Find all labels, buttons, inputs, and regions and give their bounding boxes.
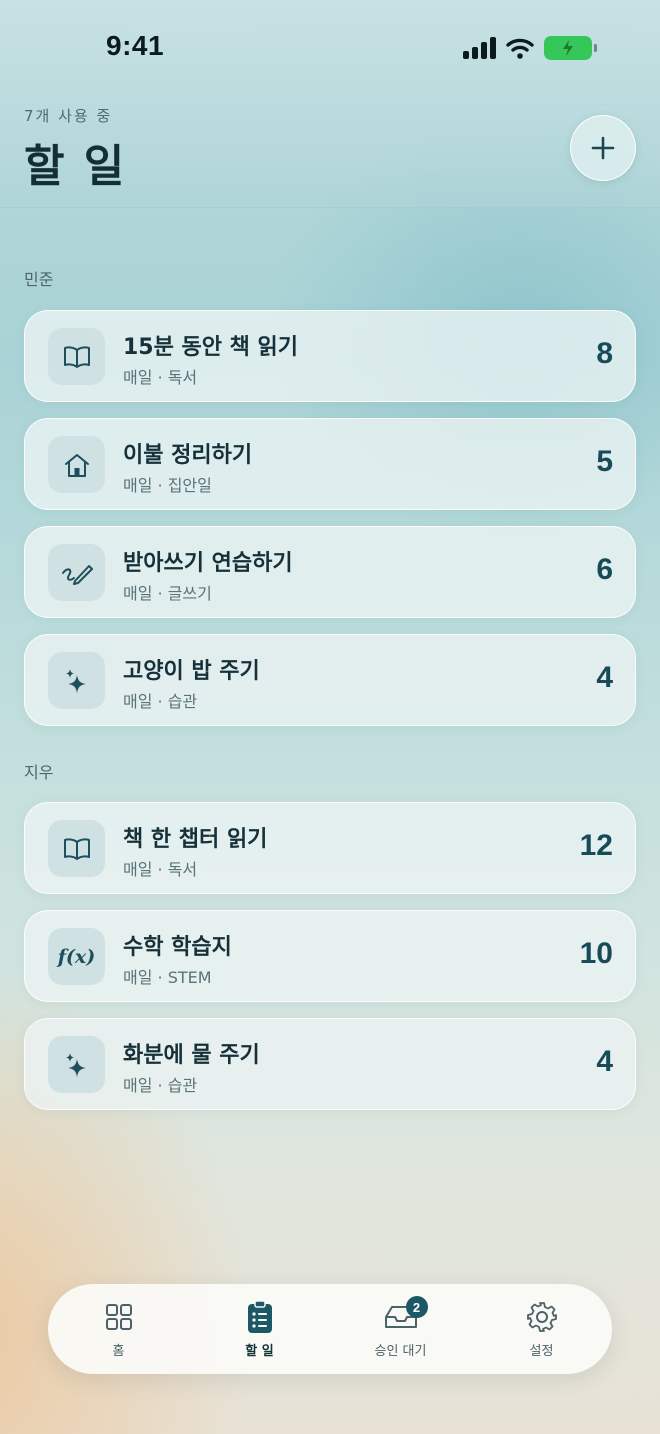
function-icon: f(x): [57, 945, 96, 968]
task-meta: 매일 · 글쓰기: [123, 584, 212, 603]
task-points: 12: [579, 829, 613, 862]
tab-settings[interactable]: 설정: [471, 1284, 612, 1374]
task-icon-box: [48, 436, 105, 493]
task-title: 책 한 챕터 읽기: [123, 827, 268, 852]
task-title: 이불 정리하기: [123, 443, 253, 468]
task-card[interactable]: 받아쓰기 연습하기 매일 · 글쓰기 6: [24, 526, 636, 618]
task-icon-box: [48, 328, 105, 385]
add-task-button[interactable]: [570, 115, 636, 181]
house-icon: [64, 453, 89, 477]
status-icons: [463, 36, 597, 60]
task-icon-box: f(x): [48, 928, 105, 985]
task-points: 10: [579, 937, 613, 970]
page-title: 할 일: [24, 141, 127, 192]
approvals-badge: 2: [405, 1296, 428, 1318]
task-icon-box: [48, 544, 105, 601]
book-icon: [63, 345, 90, 368]
tab-approvals[interactable]: 2 승인 대기: [330, 1284, 471, 1374]
task-points: 6: [596, 553, 613, 586]
tab-tasks[interactable]: 할 일: [189, 1284, 330, 1374]
task-card[interactable]: 고양이 밥 주기 매일 · 습관 4: [24, 634, 636, 726]
battery-icon: [544, 36, 597, 60]
task-title: 화분에 물 주기: [123, 1043, 260, 1068]
task-title: 받아쓰기 연습하기: [123, 551, 293, 576]
task-icon-box: [48, 652, 105, 709]
tab-label: 홈: [112, 1344, 125, 1359]
active-count-subtitle: 7개 사용 중: [24, 107, 113, 125]
task-meta: 매일 · STEM: [123, 968, 212, 987]
sparkles-icon: [65, 668, 86, 693]
status-time: 9:41: [106, 30, 165, 61]
cellular-signal-icon: [463, 37, 496, 59]
task-points: 5: [596, 445, 613, 478]
task-icon-box: [48, 820, 105, 877]
tab-bar: 홈 할 일 2 승인 대기 설정: [48, 1284, 612, 1374]
task-title: 수학 학습지: [123, 935, 232, 960]
pencil-scribble-icon: [61, 564, 93, 585]
section-label-jiwoo: 지우: [24, 763, 54, 782]
task-points: 4: [596, 1045, 613, 1078]
task-icon-box: [48, 1036, 105, 1093]
book-icon: [63, 837, 90, 860]
task-title: 15분 동안 책 읽기: [123, 335, 299, 360]
task-meta: 매일 · 습관: [123, 1076, 198, 1095]
task-meta: 매일 · 독서: [123, 368, 198, 387]
tab-label: 할 일: [245, 1344, 274, 1359]
clipboard-list-icon: [247, 1300, 272, 1333]
plus-icon: [591, 136, 615, 160]
grid-icon: [105, 1304, 132, 1330]
task-card[interactable]: 화분에 물 주기 매일 · 습관 4: [24, 1018, 636, 1110]
task-points: 4: [596, 661, 613, 694]
tab-home[interactable]: 홈: [48, 1284, 189, 1374]
header: 9:41 7개 사용 중 할 일: [0, 0, 660, 208]
task-card[interactable]: 책 한 챕터 읽기 매일 · 독서 12: [24, 802, 636, 894]
task-meta: 매일 · 집안일: [123, 476, 212, 495]
tab-label: 승인 대기: [374, 1344, 427, 1359]
task-card[interactable]: 15분 동안 책 읽기 매일 · 독서 8: [24, 310, 636, 402]
tab-label: 설정: [529, 1344, 554, 1359]
task-card[interactable]: f(x) 수학 학습지 매일 · STEM 10: [24, 910, 636, 1002]
section-label-minjun: 민준: [24, 270, 54, 289]
task-points: 8: [596, 337, 613, 370]
wifi-icon: [506, 38, 534, 59]
task-meta: 매일 · 독서: [123, 860, 198, 879]
sparkles-icon: [65, 1052, 86, 1077]
task-title: 고양이 밥 주기: [123, 659, 260, 684]
task-card[interactable]: 이불 정리하기 매일 · 집안일 5: [24, 418, 636, 510]
gear-icon: [526, 1302, 557, 1332]
task-meta: 매일 · 습관: [123, 692, 198, 711]
